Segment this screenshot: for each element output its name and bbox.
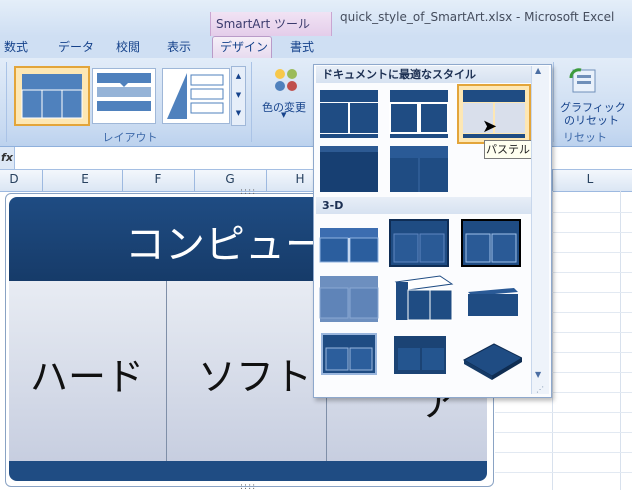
reset-graphic-button[interactable]	[567, 66, 601, 96]
gallery-scroll-up-icon[interactable]: ▲	[535, 66, 541, 75]
gallery-more-icon[interactable]: ▼	[232, 105, 245, 121]
smartart-bottom-bar	[9, 461, 487, 481]
style-thumb-moderate[interactable]	[388, 144, 450, 196]
grid-line	[495, 412, 632, 413]
tab-formulas[interactable]: 数式	[4, 38, 28, 55]
smartart-tools-label: SmartArt ツール	[216, 17, 310, 31]
style-3d-cartoon-icon	[461, 219, 521, 267]
color-palette-icon	[275, 69, 297, 91]
smartart-title-text[interactable]: コンピュー	[125, 212, 325, 270]
layout-3-icon	[167, 73, 224, 119]
tab-row	[0, 36, 632, 59]
group-separator	[251, 62, 252, 142]
reset-group-label: リセット	[563, 131, 607, 144]
tab-design[interactable]: デザイン	[220, 38, 268, 55]
style-3d-flat-scene-icon	[468, 288, 518, 316]
grid-line	[550, 272, 632, 273]
grid-line	[552, 191, 553, 490]
smartart-box-text-hard[interactable]: ハード	[30, 346, 144, 401]
style-thumb-3d-powder[interactable]	[318, 274, 380, 326]
change-colors-button[interactable]	[270, 66, 304, 96]
reset-graphic-label-2[interactable]: のリセット	[564, 112, 619, 128]
style-3d-bird-eye-icon	[462, 343, 524, 380]
style-simple-fill-icon	[320, 90, 378, 138]
resize-handle-top-icon[interactable]: ::::	[240, 187, 256, 197]
gallery-scrollbar[interactable]	[531, 66, 549, 394]
style-thumb-white-outline[interactable]	[388, 88, 450, 140]
grid-line	[495, 452, 632, 453]
style-subtle-icon	[320, 146, 378, 192]
col-header-e[interactable]: E	[75, 172, 95, 186]
col-divider	[552, 170, 553, 191]
style-white-outline-icon	[389, 90, 449, 138]
smartart-box-text-soft[interactable]: ソフト	[198, 346, 312, 401]
col-header-f[interactable]: F	[148, 172, 168, 186]
col-divider	[266, 170, 267, 191]
grid-line	[550, 372, 632, 373]
fx-button[interactable]: fx	[0, 147, 15, 169]
gallery-scroll-down-icon[interactable]: ▼	[535, 370, 541, 379]
group-separator	[553, 62, 554, 142]
resize-handle-bottom-icon[interactable]: ::::	[240, 482, 256, 492]
gallery-resize-grip-icon[interactable]: ⋰	[536, 385, 544, 394]
grid-line	[495, 472, 632, 473]
scroll-up-icon[interactable]: ▲	[232, 67, 245, 86]
gallery-section-document-styles: ドキュメントに最適なスタイル	[316, 66, 534, 83]
style-3d-powder-icon	[319, 276, 379, 322]
style-thumb-3d-metallic[interactable]	[318, 330, 380, 382]
style-thumb-3d-brick[interactable]	[390, 274, 454, 326]
style-thumb-3d-bird-eye[interactable]	[460, 330, 524, 382]
col-header-d[interactable]: D	[4, 172, 24, 186]
style-moderate-icon	[390, 146, 448, 192]
gallery-section-3d: 3-D	[316, 197, 534, 214]
scroll-down-icon[interactable]: ▼	[232, 86, 245, 105]
grid-line	[550, 212, 632, 213]
style-thumb-3d-inset[interactable]	[388, 218, 450, 270]
grid-line	[550, 312, 632, 313]
layout-gallery-scroll[interactable]: ▲ ▼ ▼	[231, 66, 246, 126]
layout-2-icon	[97, 73, 151, 111]
dropdown-arrow-icon[interactable]: ▼	[281, 111, 286, 119]
style-thumb-3d-cartoon[interactable]	[460, 218, 522, 270]
style-3d-sunset-icon	[394, 336, 446, 374]
style-3d-inset-icon	[389, 219, 449, 267]
layout-thumb-selected[interactable]	[14, 66, 90, 126]
tab-view[interactable]: 表示	[167, 38, 191, 55]
grid-line	[550, 252, 632, 253]
style-thumb-3d-polished[interactable]	[318, 218, 380, 270]
col-divider	[122, 170, 123, 191]
reset-graphic-icon	[569, 68, 596, 93]
col-header-h[interactable]: H	[290, 172, 310, 186]
tab-review[interactable]: 校閲	[116, 38, 140, 55]
grid-line	[550, 352, 632, 353]
grid-line	[550, 392, 632, 393]
style-thumb-simple-fill[interactable]	[318, 88, 380, 140]
grid-line	[620, 191, 621, 490]
style-tooltip: パステル	[484, 140, 532, 159]
group-separator	[6, 62, 7, 142]
style-3d-brick-icon	[394, 275, 454, 321]
style-3d-polished-icon	[319, 228, 379, 263]
style-thumb-3d-flat-scene[interactable]	[460, 274, 522, 326]
grid-line	[550, 232, 632, 233]
grid-line	[550, 332, 632, 333]
col-divider	[42, 170, 43, 191]
layout-thumb-2[interactable]	[92, 68, 156, 124]
tab-data[interactable]: データ	[58, 38, 94, 55]
tab-format[interactable]: 書式	[290, 38, 314, 55]
layout-1-icon	[21, 74, 83, 119]
style-thumb-3d-sunset[interactable]	[390, 330, 452, 382]
col-divider	[194, 170, 195, 191]
style-3d-metallic-icon	[321, 333, 377, 375]
window-title: quick_style_of_SmartArt.xlsx - Microsoft…	[340, 10, 615, 24]
col-header-l[interactable]: L	[580, 172, 600, 186]
grid-line	[550, 292, 632, 293]
mouse-cursor-icon: ➤	[482, 116, 498, 137]
style-thumb-subtle[interactable]	[318, 144, 380, 196]
layout-thumb-3[interactable]	[162, 68, 230, 124]
grid-line	[495, 432, 632, 433]
col-header-g[interactable]: G	[220, 172, 240, 186]
layout-group-label: レイアウト	[102, 131, 158, 144]
